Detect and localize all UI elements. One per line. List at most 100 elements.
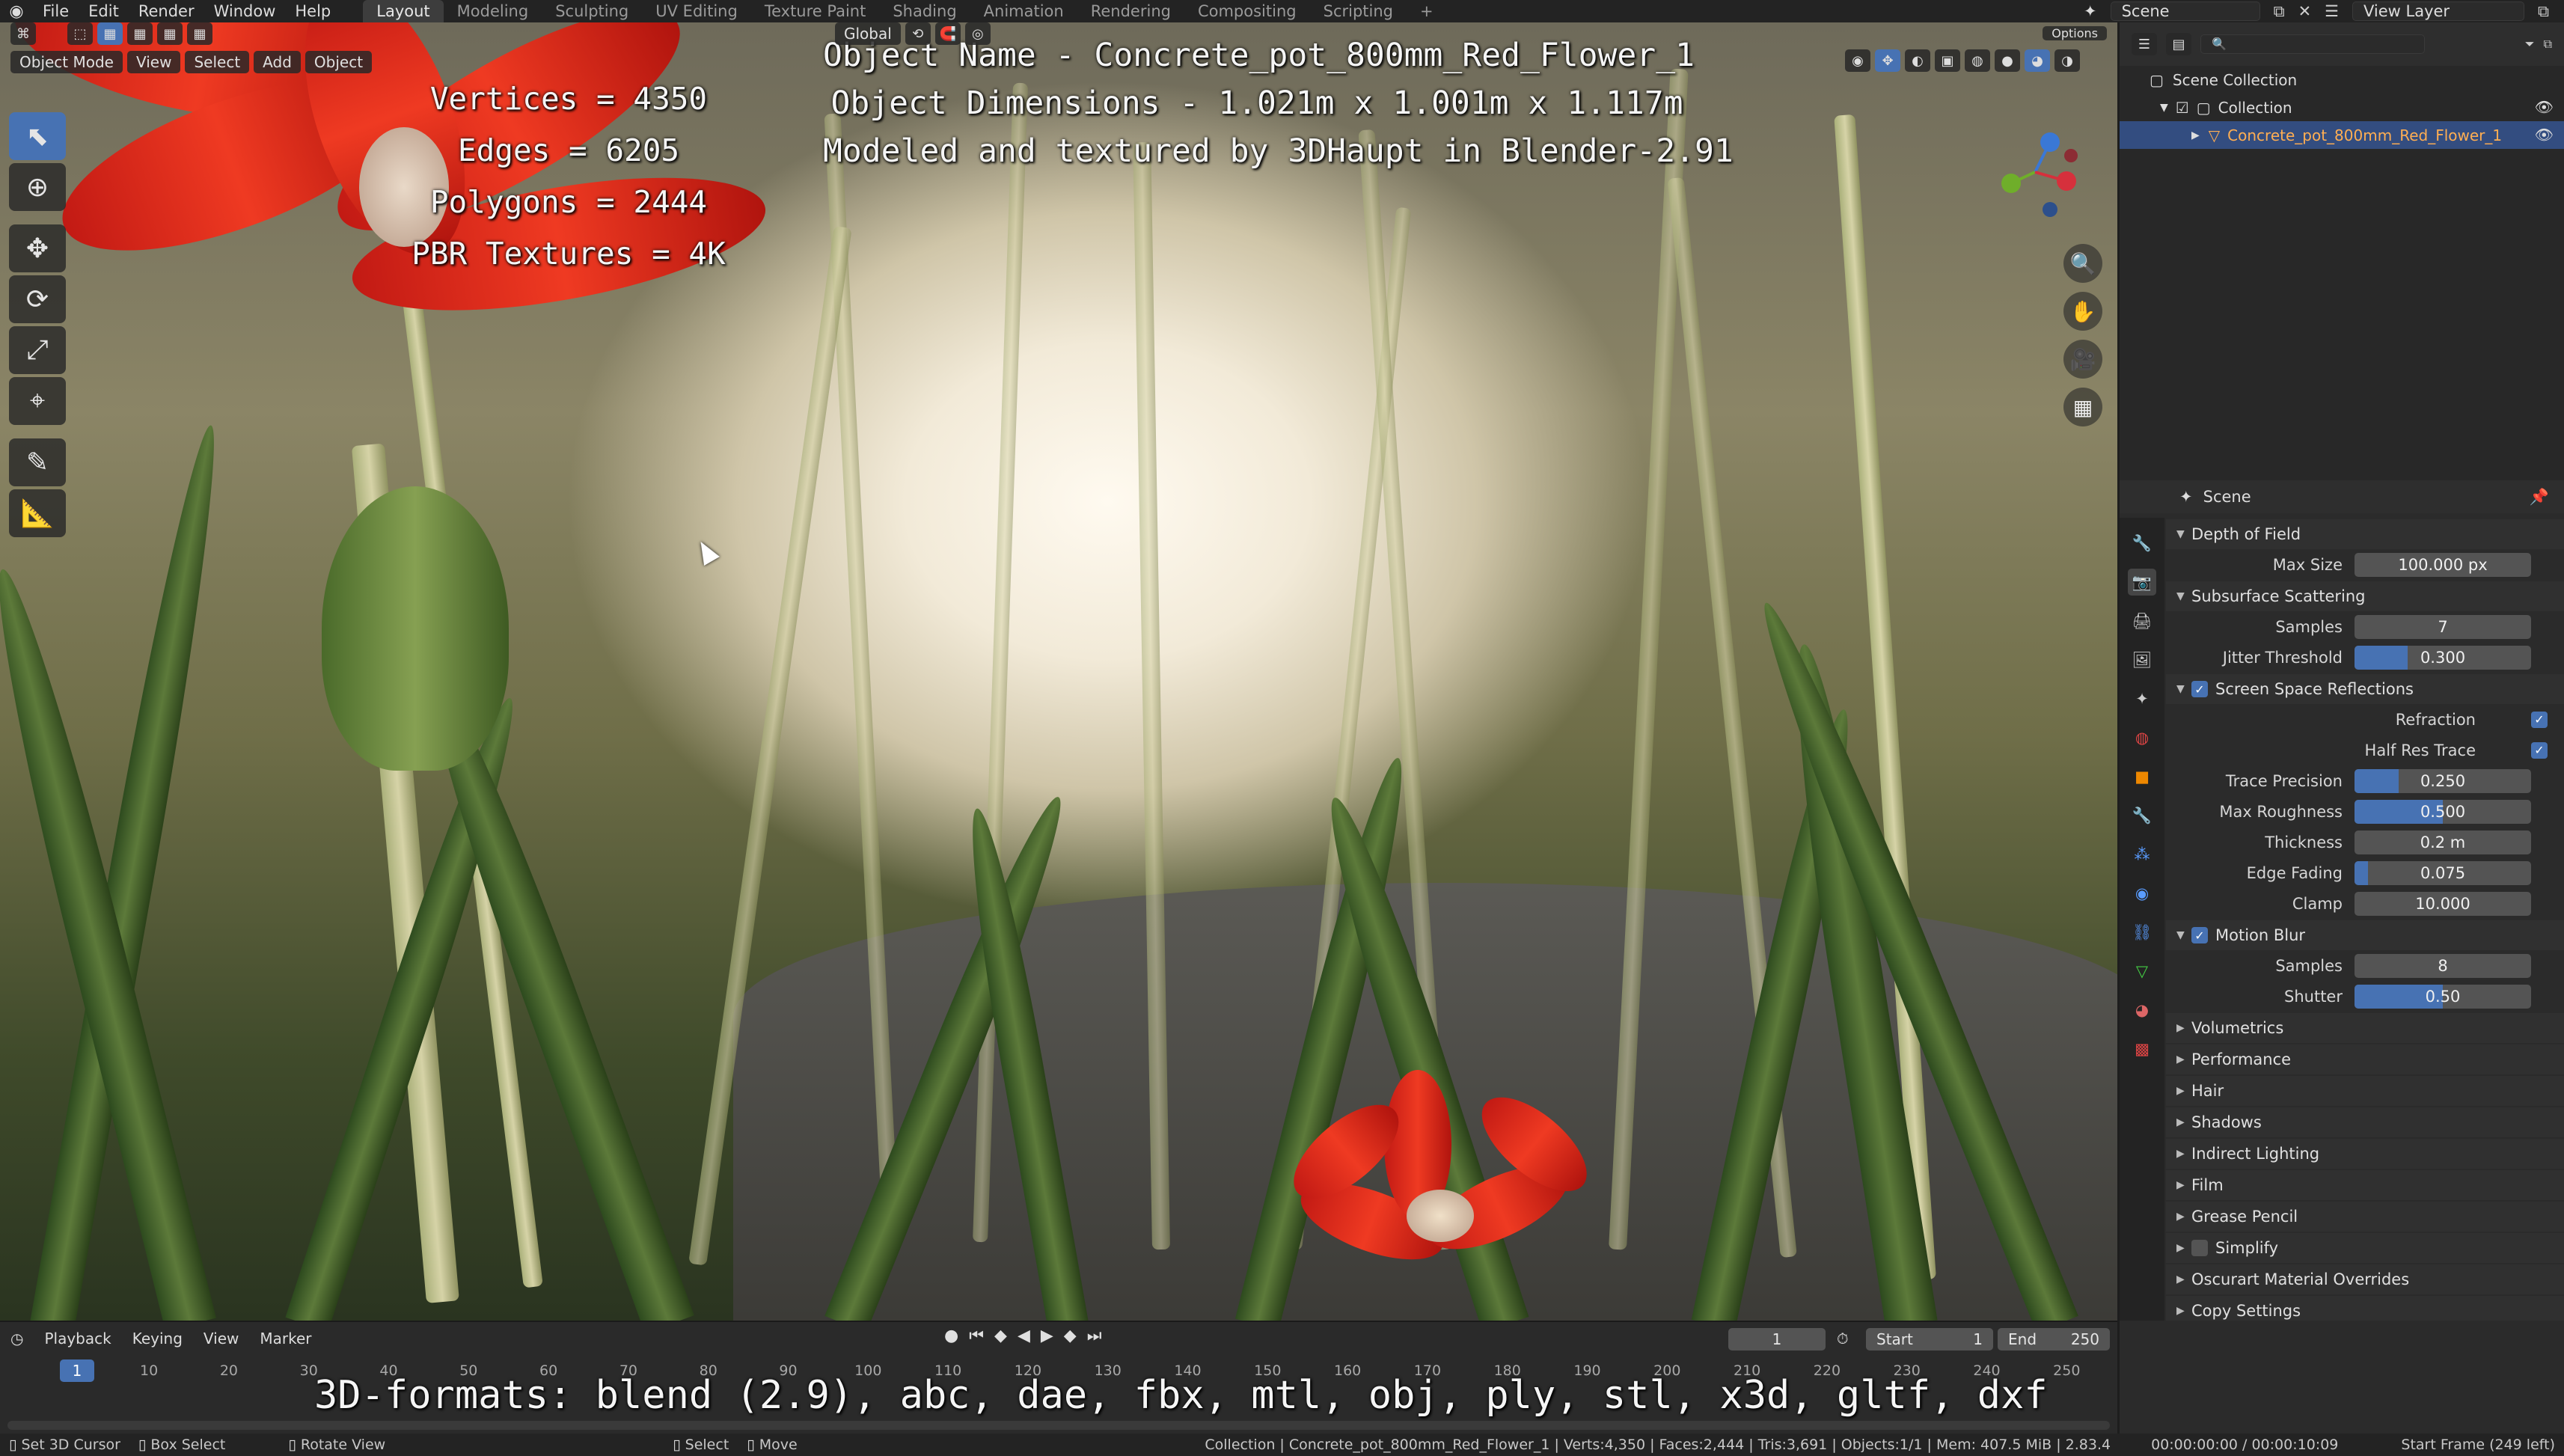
tab-compositing[interactable]: Compositing <box>1184 0 1310 22</box>
overlays-icon[interactable]: ◐ <box>1905 49 1930 72</box>
add-workspace-icon[interactable]: + <box>1407 0 1447 22</box>
pin-icon[interactable]: 📌 <box>2530 488 2549 507</box>
next-keyframe-icon[interactable]: ◆ <box>1064 1327 1077 1345</box>
max-size-field[interactable]: 100.000 px <box>2355 552 2531 577</box>
max-roughness-slider[interactable]: 0.500 <box>2355 799 2531 824</box>
tab-animation[interactable]: Animation <box>970 0 1077 22</box>
select-subtract-icon[interactable]: ▦ <box>157 22 183 45</box>
scale-icon[interactable]: ⤢ <box>9 326 66 374</box>
menu-file[interactable]: File <box>33 2 79 20</box>
edge-fading-slider[interactable]: 0.075 <box>2355 860 2531 885</box>
camera-icon[interactable]: 🎥 <box>2063 340 2102 379</box>
rotate-icon[interactable]: ⟳ <box>9 275 66 323</box>
perspective-grid-icon[interactable]: ▦ <box>2063 388 2102 426</box>
start-frame-field[interactable]: Start 1 <box>1866 1328 1993 1351</box>
select-invert-icon[interactable]: ▦ <box>187 22 212 45</box>
select-tool-icon[interactable]: ⬚ <box>67 22 93 45</box>
menu-window[interactable]: Window <box>204 2 286 20</box>
tab-shading[interactable]: Shading <box>879 0 970 22</box>
timeline-scrollbar[interactable] <box>7 1421 2110 1430</box>
output-tab-icon[interactable]: 🖨 <box>2128 608 2156 634</box>
blender-logo-icon[interactable]: ◉ <box>0 0 33 22</box>
menu-object[interactable]: Object <box>305 51 373 73</box>
menu-add[interactable]: Add <box>254 51 301 73</box>
texture-tab-icon[interactable]: ▩ <box>2128 1036 2156 1062</box>
object-mode-dropdown[interactable]: Object Mode <box>10 51 123 73</box>
jitter-threshold-slider[interactable]: 0.300 <box>2355 645 2531 670</box>
tab-modeling[interactable]: Modeling <box>444 0 542 22</box>
expand-chevron-icon[interactable]: ▼ <box>2160 102 2168 114</box>
outliner-row-collection[interactable]: ▼ ☑ ▢ Collection 👁 <box>2120 94 2564 121</box>
delete-scene-icon[interactable]: ✕ <box>2298 2 2312 20</box>
record-icon[interactable]: ● <box>944 1327 958 1345</box>
section-film[interactable]: ▶ Film <box>2166 1170 2564 1200</box>
menu-keying[interactable]: Keying <box>122 1330 193 1348</box>
new-view-layer-icon[interactable]: ⧉ <box>2538 2 2549 21</box>
material-preview-icon[interactable]: ◕ <box>2025 49 2050 72</box>
section-grease-pencil[interactable]: ▶ Grease Pencil <box>2166 1202 2564 1232</box>
menu-render[interactable]: Render <box>129 2 204 20</box>
section-hair[interactable]: ▶ Hair <box>2166 1076 2564 1106</box>
tab-texture-paint[interactable]: Texture Paint <box>751 0 880 22</box>
half-res-trace-checkbox[interactable]: ✓ <box>2531 741 2548 759</box>
annotate-icon[interactable]: ✎ <box>9 438 66 486</box>
outliner-editor-icon[interactable]: ☰ <box>2132 33 2157 55</box>
ssr-enable-checkbox[interactable]: ✓ <box>2191 681 2208 697</box>
scene-tab-icon[interactable]: ✦ <box>2128 685 2156 712</box>
data-tab-icon[interactable]: ▽ <box>2128 958 2156 985</box>
zoom-icon[interactable]: 🔍 <box>2063 244 2102 283</box>
render-tab-icon[interactable]: 📷 <box>2128 569 2156 596</box>
rendered-shading-icon[interactable]: ◑ <box>2054 49 2080 72</box>
play-reverse-icon[interactable]: ◀ <box>1018 1327 1030 1345</box>
section-performance[interactable]: ▶ Performance <box>2166 1044 2564 1074</box>
tab-scripting[interactable]: Scripting <box>1310 0 1407 22</box>
prev-keyframe-icon[interactable]: ◆ <box>994 1327 1007 1345</box>
constraints-tab-icon[interactable]: ⛓ <box>2128 919 2156 946</box>
menu-help[interactable]: Help <box>285 2 340 20</box>
sss-samples-field[interactable]: 7 <box>2355 614 2531 639</box>
transform-orientation-dropdown[interactable]: Global <box>835 22 901 45</box>
tab-rendering[interactable]: Rendering <box>1077 0 1184 22</box>
options-dropdown[interactable]: Options <box>2043 26 2107 40</box>
menu-marker[interactable]: Marker <box>249 1330 322 1348</box>
solid-shading-icon[interactable]: ● <box>1995 49 2020 72</box>
new-scene-icon[interactable]: ⧉ <box>2274 2 2285 21</box>
menu-playback[interactable]: Playback <box>34 1330 121 1348</box>
select-new-icon[interactable]: ▦ <box>97 22 123 45</box>
section-indirect-lighting[interactable]: ▶ Indirect Lighting <box>2166 1139 2564 1169</box>
play-icon[interactable]: ▶ <box>1041 1327 1053 1345</box>
section-volumetrics[interactable]: ▶ Volumetrics <box>2166 1013 2564 1043</box>
3d-viewport[interactable]: Vertices = 4350 Edges = 6205 Polygons = … <box>0 22 2117 1321</box>
navigation-gizmo[interactable] <box>1975 112 2087 224</box>
end-frame-field[interactable]: End 250 <box>1998 1328 2110 1351</box>
section-oscurart-overrides[interactable]: ▶ Oscurart Material Overrides <box>2166 1264 2564 1294</box>
section-shadows[interactable]: ▶ Shadows <box>2166 1107 2564 1137</box>
mblur-samples-field[interactable]: 8 <box>2355 953 2531 978</box>
pivot-point-icon[interactable]: ⟲ <box>905 22 931 45</box>
pan-hand-icon[interactable]: ✋ <box>2063 292 2102 331</box>
proportional-edit-icon[interactable]: ◎ <box>964 22 991 45</box>
select-box-icon[interactable]: ⬉ <box>9 112 66 160</box>
move-icon[interactable]: ✥ <box>9 224 66 272</box>
cursor-icon[interactable]: ⊕ <box>9 163 66 211</box>
clock-icon[interactable]: ⏱ <box>1837 1330 1849 1348</box>
section-screen-space-reflections[interactable]: ▼ ✓ Screen Space Reflections <box>2166 674 2564 704</box>
filter-icon[interactable]: ⏷ <box>2525 37 2535 52</box>
current-frame-field[interactable]: 1 <box>1728 1328 1826 1351</box>
trace-precision-slider[interactable]: 0.250 <box>2355 768 2531 793</box>
object-tab-icon[interactable]: ■ <box>2128 763 2156 790</box>
menu-timeline-view[interactable]: View <box>193 1330 249 1348</box>
world-tab-icon[interactable]: ◍ <box>2128 724 2156 751</box>
new-collection-icon[interactable]: ⧉ <box>2544 37 2552 52</box>
tool-tab-icon[interactable]: 🔧 <box>2128 530 2156 557</box>
scene-icon[interactable]: ✦ <box>2084 2 2097 20</box>
eye-icon[interactable]: 👁 <box>2535 126 2554 144</box>
menu-select[interactable]: Select <box>185 51 250 73</box>
snap-icon[interactable]: 🧲 <box>934 22 961 45</box>
transform-icon[interactable]: ⌖ <box>9 377 66 425</box>
view-layer-icon[interactable]: ☰ <box>2325 2 2339 20</box>
measure-icon[interactable]: 📐 <box>9 489 66 537</box>
checkbox-icon[interactable]: ☑ <box>2176 99 2189 117</box>
xray-icon[interactable]: ▣ <box>1935 49 1960 72</box>
section-depth-of-field[interactable]: ▼ Depth of Field <box>2166 519 2564 549</box>
